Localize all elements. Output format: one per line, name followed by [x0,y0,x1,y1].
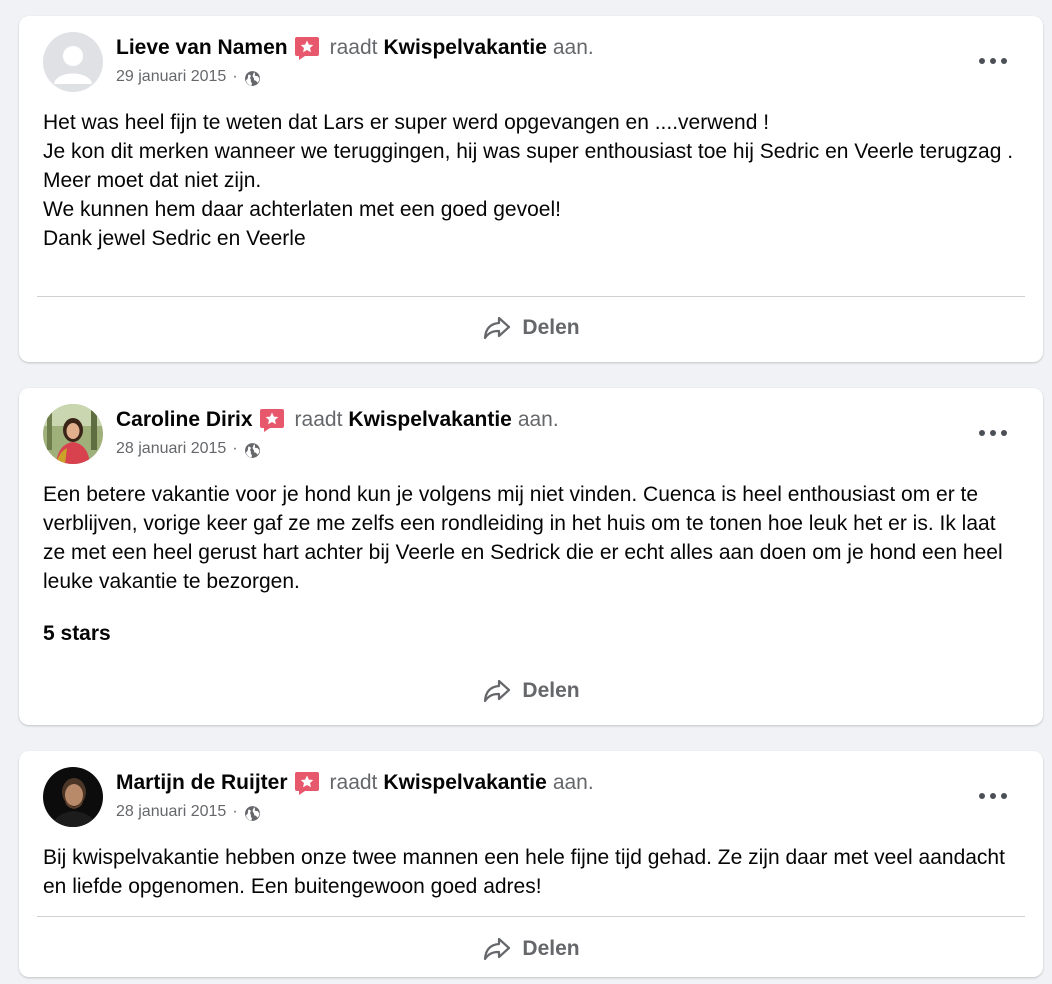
share-label: Delen [522,679,580,702]
recommend-verb: raadt [329,36,378,59]
post-meta: 28 januari 2015 · [116,438,261,459]
divider [37,916,1025,917]
review-header: Martijn de Ruijter raadt Kwispelvakantie… [116,770,594,796]
share-arrow-icon [484,937,511,961]
avatar[interactable] [43,404,103,464]
profile-photo [43,767,103,827]
review-text: Bij kwispelvakantie hebben onze twee man… [43,843,1019,901]
profile-photo [43,404,103,464]
share-button[interactable]: Delen [19,313,1043,343]
share-button[interactable]: Delen [19,676,1043,706]
share-label: Delen [522,937,580,960]
globe-icon [244,443,260,458]
review-line: Meer moet dat niet zijn. [43,169,262,192]
recommend-star-icon [294,772,319,795]
reviews-feed: Lieve van Namen raadt Kwispelvakantie aa… [0,0,1052,984]
share-arrow-icon [484,679,511,703]
review-line: Een betere vakantie voor je hond kun je … [43,483,1003,593]
recommend-star-icon [294,37,319,60]
author-name[interactable]: Lieve van Namen [116,35,288,61]
page-link[interactable]: Kwispelvakantie [348,407,511,433]
review-text: Het was heel fijn te weten dat Lars er s… [43,108,1019,253]
review-text: Een betere vakantie voor je hond kun je … [43,480,1019,648]
more-options-icon[interactable] [979,54,1007,68]
share-button[interactable]: Delen [19,934,1043,964]
more-options-icon[interactable] [979,789,1007,803]
recommend-verb: raadt [329,771,378,794]
share-label: Delen [522,316,580,339]
more-options-icon[interactable] [979,426,1007,440]
review-card: Lieve van Namen raadt Kwispelvakantie aa… [19,16,1043,362]
post-date[interactable]: 28 januari 2015 [116,803,226,821]
recommend-tail: aan. [552,36,594,59]
meta-separator: · [232,802,238,820]
review-line: Het was heel fijn te weten dat Lars er s… [43,111,770,134]
author-name[interactable]: Martijn de Ruijter [116,770,288,796]
divider [37,296,1025,297]
page-link[interactable]: Kwispelvakantie [383,770,546,796]
review-line: Dank jewel Sedric en Veerle [43,227,306,250]
post-meta: 29 januari 2015 · [116,66,261,87]
star-rating-text: 5 stars [43,622,111,645]
review-header: Lieve van Namen raadt Kwispelvakantie aa… [116,35,594,61]
globe-icon [244,71,260,86]
page-link[interactable]: Kwispelvakantie [383,35,546,61]
review-line: Je kon dit merken wanneer we teruggingen… [43,140,1014,163]
post-meta: 28 januari 2015 · [116,801,261,822]
meta-separator: · [232,439,238,457]
avatar[interactable] [43,32,103,92]
recommend-tail: aan. [517,408,559,431]
meta-separator: · [232,67,238,85]
globe-icon [244,806,260,821]
review-card: Caroline Dirix raadt Kwispelvakantie aan… [19,388,1043,725]
post-date[interactable]: 28 januari 2015 [116,440,226,458]
share-arrow-icon [484,316,511,340]
default-user-avatar-icon [43,32,103,92]
recommend-star-icon [259,409,284,432]
review-card: Martijn de Ruijter raadt Kwispelvakantie… [19,751,1043,977]
review-line: Bij kwispelvakantie hebben onze twee man… [43,846,1005,898]
author-name[interactable]: Caroline Dirix [116,407,253,433]
recommend-verb: raadt [294,408,343,431]
review-line: We kunnen hem daar achterlaten met een g… [43,198,561,221]
avatar[interactable] [43,767,103,827]
post-date[interactable]: 29 januari 2015 [116,68,226,86]
review-header: Caroline Dirix raadt Kwispelvakantie aan… [116,407,559,433]
recommend-tail: aan. [552,771,594,794]
